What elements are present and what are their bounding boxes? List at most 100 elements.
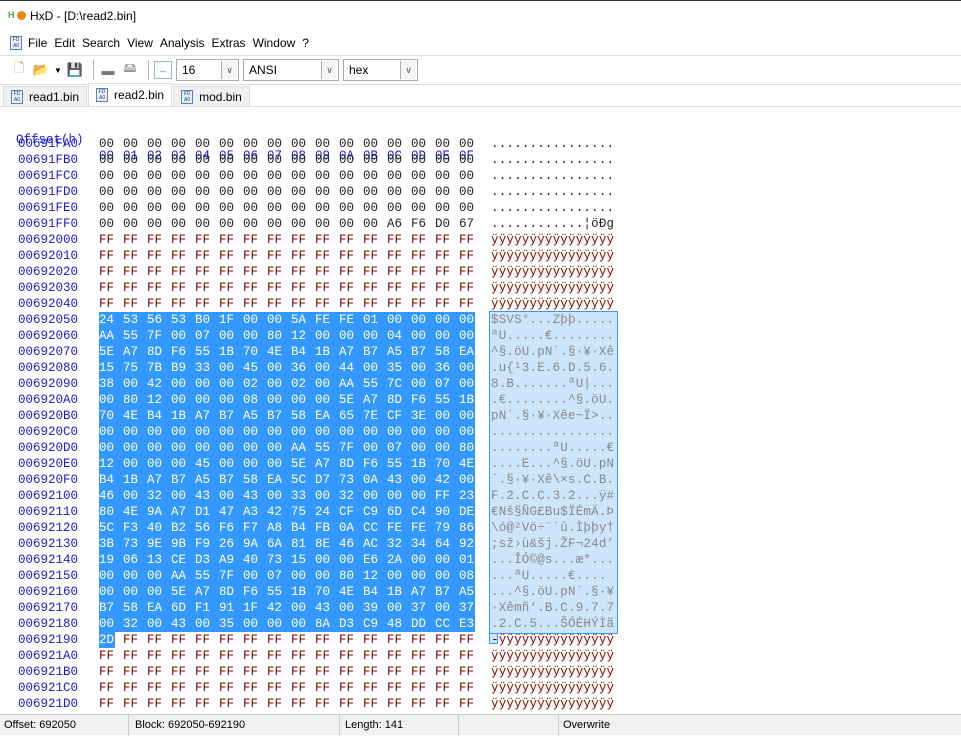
selected-byte[interactable]: 55	[363, 376, 387, 392]
selected-byte[interactable]: 00	[147, 568, 171, 584]
hex-byte[interactable]: FF	[387, 648, 411, 664]
selected-byte[interactable]: FB	[315, 520, 339, 536]
hex-byte[interactable]: FF	[219, 648, 243, 664]
selected-byte[interactable]: 01	[459, 552, 475, 568]
hex-byte[interactable]: 00	[411, 136, 435, 152]
selected-byte[interactable]: 00	[243, 616, 267, 632]
selected-byte[interactable]: 00	[435, 424, 459, 440]
hex-byte[interactable]: FF	[171, 664, 195, 680]
selected-byte[interactable]: 1B	[291, 584, 315, 600]
selected-byte[interactable]: 00	[315, 328, 339, 344]
selected-byte[interactable]: 00	[339, 600, 363, 616]
selected-byte[interactable]: 79	[435, 520, 459, 536]
hex-byte[interactable]: FF	[243, 632, 267, 648]
selected-byte[interactable]: 00	[171, 440, 195, 456]
hex-byte[interactable]: 00	[315, 184, 339, 200]
selected-byte[interactable]: B4	[147, 408, 171, 424]
hex-byte[interactable]: 00	[387, 168, 411, 184]
hex-byte[interactable]: 00	[291, 200, 315, 216]
hex-byte[interactable]: 00	[219, 200, 243, 216]
hex-byte[interactable]: FF	[123, 680, 147, 696]
menu-extras[interactable]: Extras	[212, 36, 246, 50]
selected-byte[interactable]: A5	[243, 408, 267, 424]
selected-byte[interactable]: 58	[123, 600, 147, 616]
selected-byte[interactable]: 80	[99, 504, 123, 520]
hex-byte[interactable]: 00	[267, 184, 291, 200]
hex-byte[interactable]: 00	[243, 200, 267, 216]
selected-byte[interactable]: 00	[123, 568, 147, 584]
selected-byte[interactable]: AA	[291, 440, 315, 456]
hex-byte[interactable]: FF	[315, 280, 339, 296]
hex-byte[interactable]: 00	[171, 216, 195, 232]
selected-byte[interactable]: 00	[123, 456, 147, 472]
hex-byte[interactable]: A6	[387, 216, 411, 232]
hex-byte[interactable]: FF	[411, 664, 435, 680]
hex-byte[interactable]: 00	[339, 152, 363, 168]
hex-byte[interactable]: FF	[123, 264, 147, 280]
selected-byte[interactable]: 00	[195, 392, 219, 408]
selected-byte[interactable]: 58	[435, 344, 459, 360]
selected-byte[interactable]: 55	[387, 456, 411, 472]
selected-byte[interactable]: 00	[459, 376, 475, 392]
selected-byte[interactable]: F3	[123, 520, 147, 536]
text-column[interactable]: -ÿÿÿÿÿÿÿÿÿÿÿÿÿÿÿ	[491, 632, 614, 648]
selected-byte[interactable]: 56	[147, 312, 171, 328]
status-mode[interactable]: Overwrite	[559, 715, 961, 736]
charset-select[interactable]: ANSI ∨	[243, 59, 339, 81]
hex-byte[interactable]: FF	[387, 280, 411, 296]
selected-byte[interactable]: 7E	[363, 408, 387, 424]
hex-byte[interactable]: FF	[459, 264, 483, 280]
tab-mod[interactable]: FD A0 mod.bin	[173, 86, 250, 106]
selected-byte[interactable]: 2A	[387, 552, 411, 568]
hex-byte[interactable]: FF	[339, 248, 363, 264]
selected-byte[interactable]: 26	[219, 536, 243, 552]
selected-byte[interactable]: 9E	[147, 536, 171, 552]
hex-byte[interactable]: FF	[267, 680, 291, 696]
hex-byte[interactable]: FF	[291, 696, 315, 712]
hex-byte[interactable]: 00	[195, 152, 219, 168]
selected-byte[interactable]: 33	[291, 488, 315, 504]
selected-byte[interactable]: 33	[195, 360, 219, 376]
hex-byte[interactable]: FF	[171, 232, 195, 248]
hex-byte[interactable]: FF	[147, 664, 171, 680]
hex-byte[interactable]: FF	[291, 232, 315, 248]
selected-byte[interactable]: 55	[315, 440, 339, 456]
hex-byte[interactable]: FF	[171, 264, 195, 280]
hex-byte[interactable]: FF	[387, 248, 411, 264]
hex-byte[interactable]: D0	[435, 216, 459, 232]
selected-byte[interactable]: 00	[99, 440, 123, 456]
selected-byte[interactable]: 24	[99, 312, 123, 328]
hex-byte[interactable]: 00	[459, 200, 483, 216]
text-column[interactable]: ÿÿÿÿÿÿÿÿÿÿÿÿÿÿÿÿ	[491, 664, 614, 680]
hex-byte[interactable]: FF	[99, 232, 123, 248]
hex-byte[interactable]: FF	[267, 248, 291, 264]
selected-byte[interactable]: 00	[147, 424, 171, 440]
selected-byte[interactable]: 8E	[315, 536, 339, 552]
hex-byte[interactable]: FF	[339, 680, 363, 696]
selected-byte[interactable]: 80	[459, 440, 475, 456]
selected-byte[interactable]: 08	[243, 392, 267, 408]
selected-byte[interactable]: 58	[243, 472, 267, 488]
hex-byte[interactable]: FF	[147, 280, 171, 296]
hex-byte[interactable]: FF	[267, 264, 291, 280]
selected-byte[interactable]: FE	[315, 312, 339, 328]
selected-byte[interactable]: 00	[267, 440, 291, 456]
hex-byte[interactable]: FF	[363, 648, 387, 664]
hex-byte[interactable]: 00	[363, 200, 387, 216]
selected-byte[interactable]: A7	[147, 472, 171, 488]
hex-byte[interactable]: 00	[435, 136, 459, 152]
selected-byte[interactable]: 00	[195, 424, 219, 440]
selected-byte[interactable]: 00	[435, 600, 459, 616]
hex-byte[interactable]: FF	[243, 296, 267, 312]
hex-byte[interactable]: FF	[219, 280, 243, 296]
hex-byte[interactable]: FF	[219, 680, 243, 696]
selected-byte[interactable]: 02	[291, 376, 315, 392]
hex-byte[interactable]: FF	[339, 232, 363, 248]
selected-byte[interactable]: 64	[435, 536, 459, 552]
selected-byte[interactable]: 48	[387, 616, 411, 632]
hex-byte[interactable]: FF	[315, 680, 339, 696]
selected-byte[interactable]: 5E	[171, 584, 195, 600]
selected-byte[interactable]: 43	[315, 600, 339, 616]
selected-byte[interactable]: 00	[435, 440, 459, 456]
selected-byte[interactable]: 00	[387, 488, 411, 504]
